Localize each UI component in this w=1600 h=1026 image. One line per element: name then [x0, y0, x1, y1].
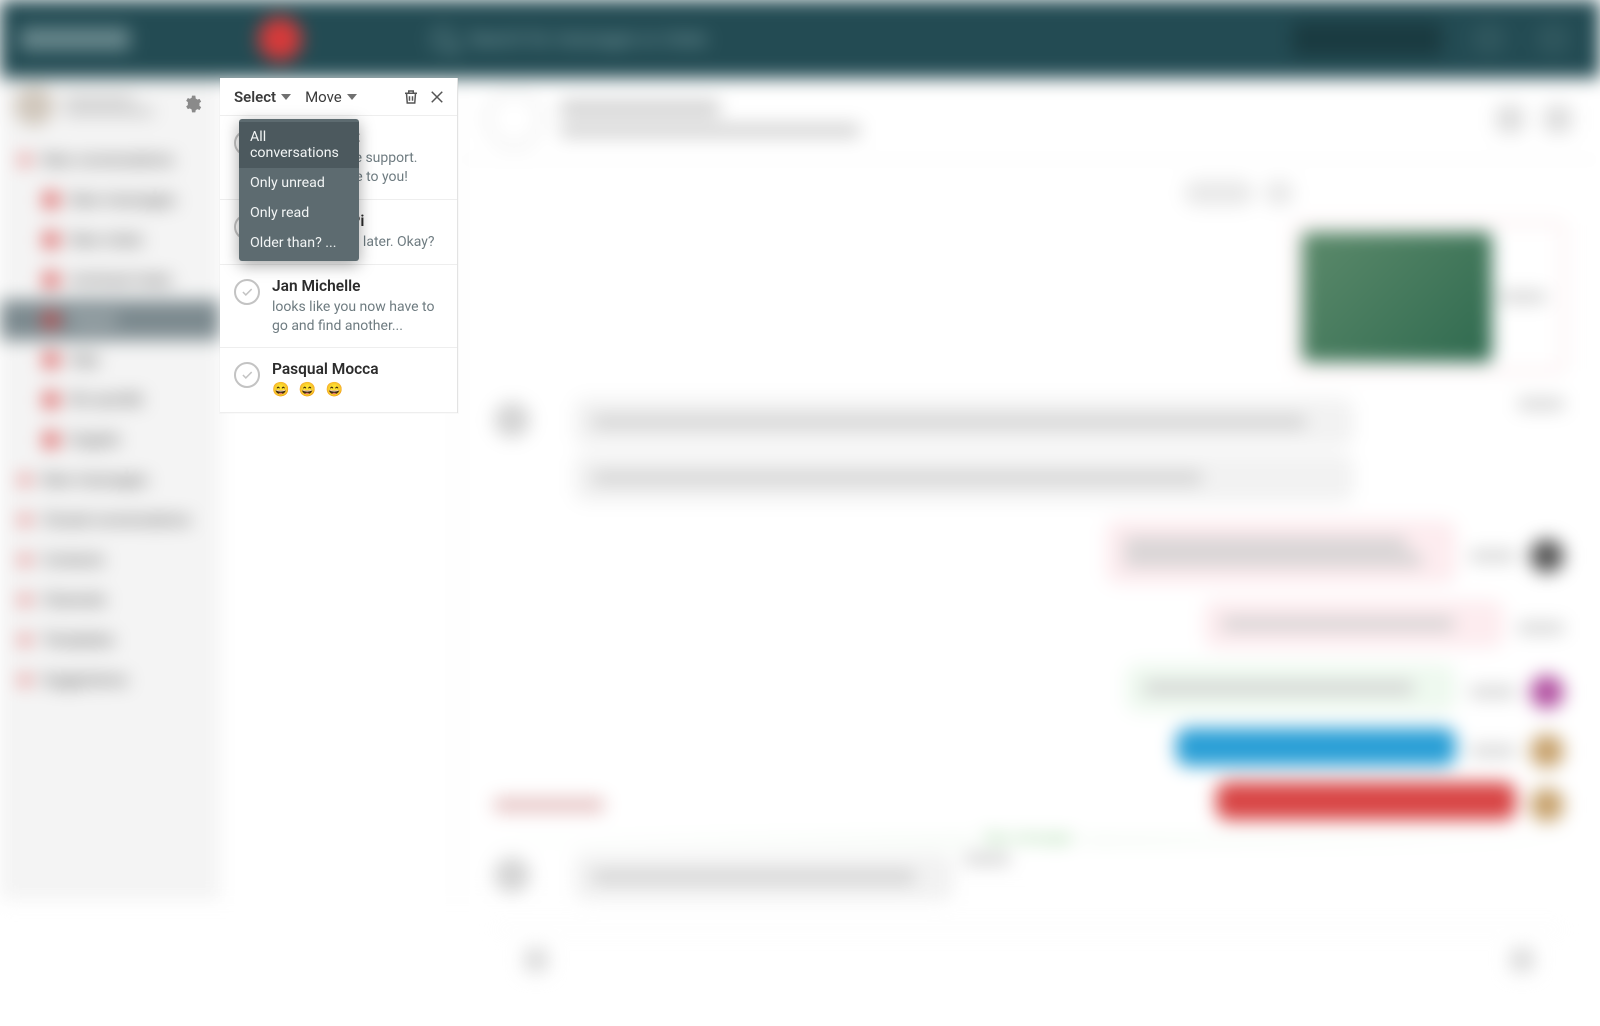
outgoing-message [1126, 664, 1456, 712]
sidebar-item-french[interactable]: French [0, 300, 220, 340]
outgoing-message-red [1216, 782, 1516, 820]
incoming-avatar [494, 402, 530, 438]
composer-attach-icon[interactable] [524, 948, 548, 972]
conversation-row[interactable]: Jan Michelle looks like you now have to … [220, 265, 457, 349]
header-icon-2[interactable] [1536, 22, 1570, 56]
contact-avatar [486, 91, 542, 147]
conv-action-2[interactable] [1544, 105, 1572, 133]
account-pill[interactable] [1292, 22, 1442, 56]
sidebar-item-italy[interactable]: Italy [0, 340, 220, 380]
select-option-older[interactable]: Older than? ... [239, 228, 359, 258]
new-messages-separator: New messages [458, 840, 1600, 841]
sidebar-item-suggestions[interactable]: Suggestions [0, 660, 220, 700]
search-icon [432, 28, 454, 50]
header-icon-1[interactable] [1472, 22, 1506, 56]
incoming-message [574, 853, 954, 901]
sidebar-item-english[interactable]: English [0, 420, 220, 460]
select-dropdown-button[interactable]: Select [230, 84, 295, 110]
select-checkbox[interactable] [234, 279, 260, 305]
selection-toolbar: Select Move [220, 78, 457, 116]
sidebar-item-contacts[interactable]: Contacts [0, 540, 220, 580]
select-option-all[interactable]: All conversations [239, 122, 359, 168]
app-header: Search for messages or chats [0, 0, 1600, 78]
chevron-down-icon [281, 94, 291, 100]
select-checkbox[interactable] [234, 362, 260, 388]
sidebar-item-archived-chats[interactable]: Archived chats [0, 260, 220, 300]
sidebar-item-ru-bg[interactable]: RU and BG [0, 380, 220, 420]
sidebar-item-new-messages-2[interactable]: New messages [0, 460, 220, 500]
chevron-down-icon [347, 94, 357, 100]
search-bar[interactable]: Search for messages or chats [432, 28, 707, 50]
gear-icon[interactable] [182, 94, 202, 114]
conversation-name: Pasqual Mocca [272, 360, 443, 378]
incoming-message [574, 454, 1354, 502]
conversation-name: Jan Michelle [272, 277, 443, 295]
sidebar-item-new-messages[interactable]: New messages [0, 180, 220, 220]
conversation-row[interactable]: Pasqual Mocca 😄 😄 😄 [220, 348, 457, 413]
sidebar-item-closed-conversations[interactable]: Closed conversations [0, 500, 220, 540]
close-icon[interactable] [427, 87, 447, 107]
outgoing-message [1106, 520, 1456, 584]
trash-icon[interactable] [401, 87, 421, 107]
outgoing-message [1204, 600, 1504, 648]
sidebar-item-channels[interactable]: Channels [0, 580, 220, 620]
brand-logo-icon [258, 17, 302, 61]
sidebar-item-templates[interactable]: Templates [0, 620, 220, 660]
select-dropdown-menu: All conversations Only unread Only read … [239, 119, 359, 261]
conversation-header [458, 78, 1600, 160]
move-dropdown-button[interactable]: Move [301, 84, 361, 110]
conversation-preview: looks like you now have to go and find a… [272, 298, 443, 336]
outgoing-message-blue [1176, 728, 1456, 766]
message-composer[interactable] [494, 929, 1564, 990]
incoming-message [574, 398, 1354, 446]
profile-avatar [14, 86, 54, 126]
search-placeholder: Search for messages or chats [468, 29, 707, 50]
image-message[interactable] [1294, 222, 1564, 372]
conversation-preview: 😄 😄 😄 [272, 381, 443, 400]
select-option-read[interactable]: Only read [239, 198, 359, 228]
brand-wordmark [20, 28, 130, 50]
sidebar-nav: New conversations New messages New chats… [0, 140, 220, 700]
select-option-unread[interactable]: Only unread [239, 168, 359, 198]
sidebar-item-new-chats[interactable]: New chats [0, 220, 220, 260]
conv-action-1[interactable] [1496, 105, 1524, 133]
conversation-pane: New messages [458, 78, 1600, 900]
sidebar-item-new-conversations[interactable]: New conversations [0, 140, 220, 180]
sidebar: New conversations New messages New chats… [0, 78, 220, 900]
composer-emoji-icon[interactable] [1510, 948, 1534, 972]
